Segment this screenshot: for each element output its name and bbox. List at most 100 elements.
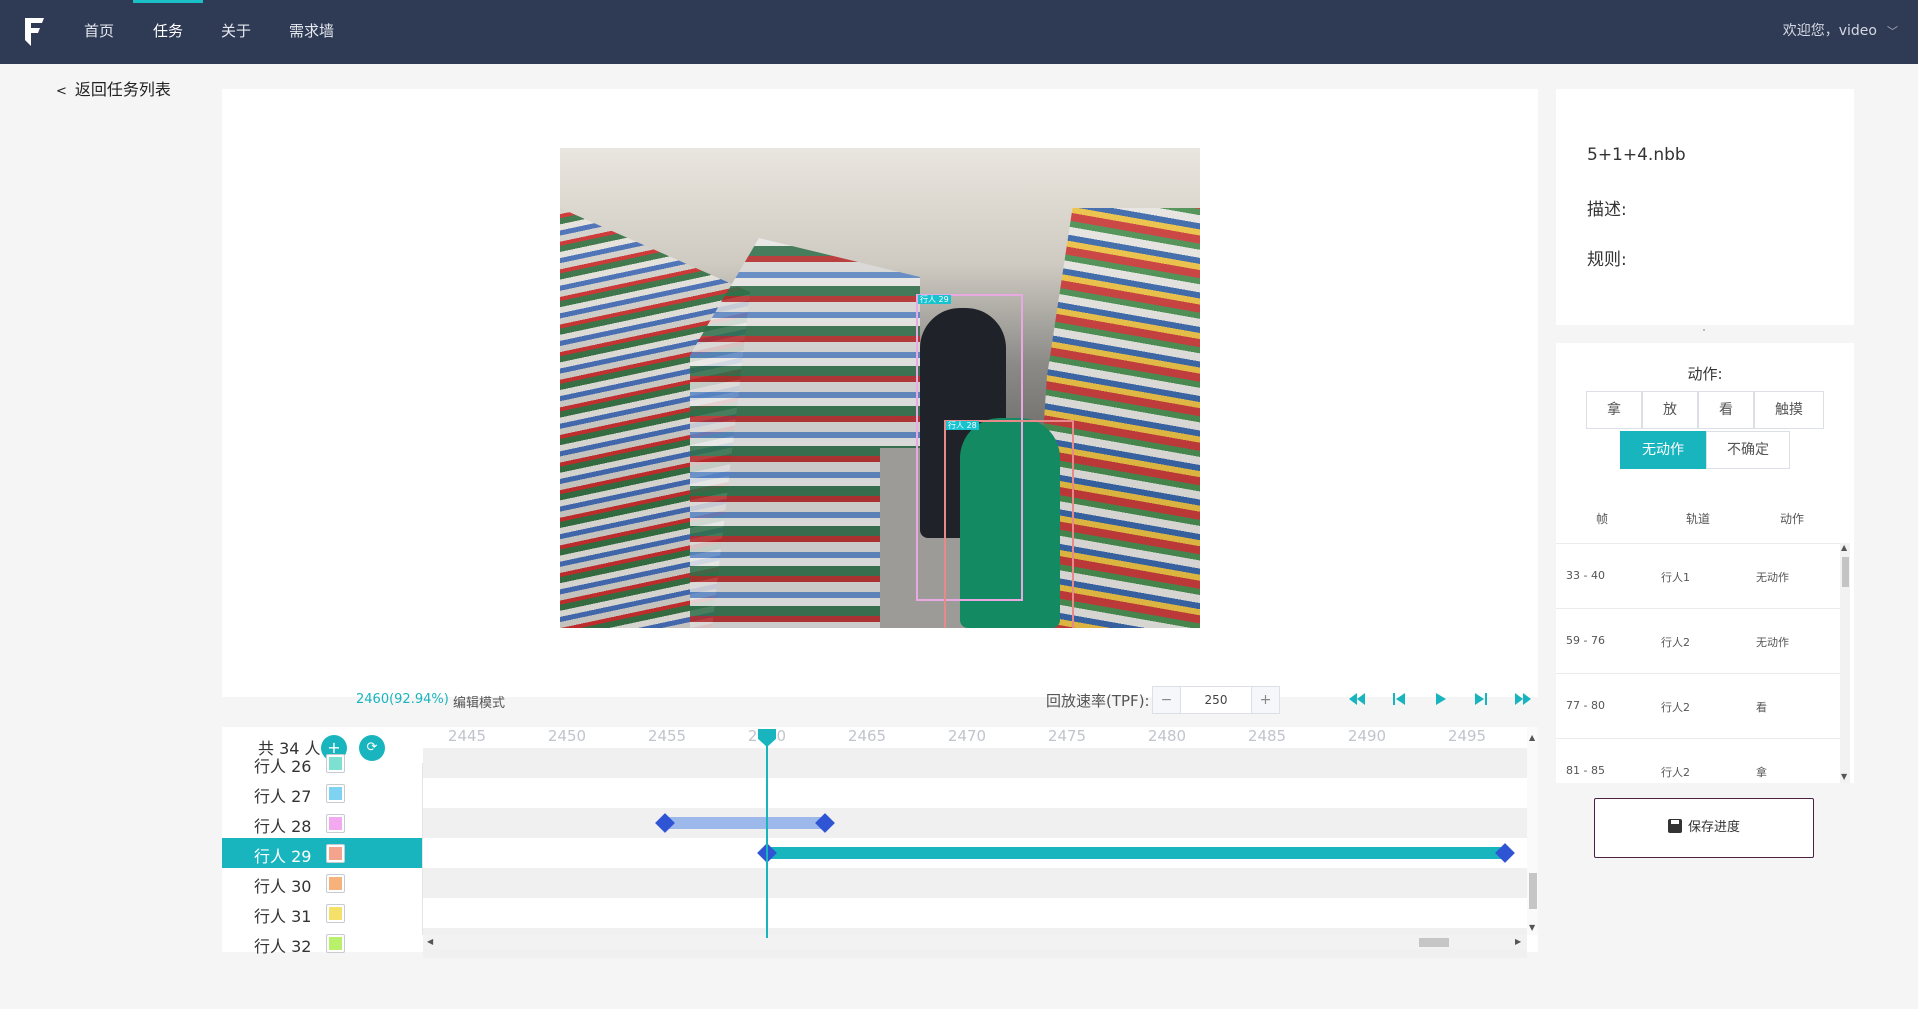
track-row[interactable] [423,778,1527,808]
action-take-button[interactable]: 拿 [1586,391,1642,429]
cell-track: 行人2 [1661,701,1690,714]
track-row[interactable] [423,868,1527,898]
cell-track: 行人1 [1661,571,1690,584]
timeline-horizontal-scrollbar[interactable]: ◀ ▶ [423,935,1527,949]
back-link-label: 返回任务列表 [74,80,171,99]
swatch-fill [329,877,342,890]
track-name: 行人 32 [254,937,312,956]
nav-tasks[interactable]: 任务 [132,0,204,64]
fast-backward-icon[interactable] [1346,688,1368,710]
track-row[interactable] [423,808,1527,838]
header-mask [222,727,1527,763]
user-menu[interactable]: 欢迎您，video ﹀ [1783,0,1898,63]
table-row[interactable]: 59 - 76 行人2 无动作 [1556,608,1843,672]
track-row-label[interactable]: 行人 29 [222,838,422,868]
track-color-swatch[interactable] [326,844,345,863]
track-name: 行人 29 [254,847,312,866]
scroll-up-arrow-icon[interactable]: ▲ [1529,733,1535,742]
cell-frame: 33 - 40 [1566,569,1605,582]
chevron-down-icon: ﹀ [1887,25,1898,38]
action-table: 33 - 40 行人1 无动作 59 - 76 行人2 无动作 77 - 80 … [1556,543,1854,783]
swatch-fill [329,937,342,950]
track-segment-bar[interactable] [665,817,825,829]
save-label: 保存进度 [1687,820,1740,835]
cell-frame: 59 - 76 [1566,634,1605,647]
scrollbar-thumb[interactable] [1419,938,1449,947]
resize-dot [1703,329,1705,331]
table-row[interactable]: 81 - 85 行人2 拿 [1556,738,1843,783]
timeline-vertical-scrollbar[interactable]: ▲ ▼ [1527,727,1538,935]
cell-frame: 81 - 85 [1566,764,1605,777]
rule-label: 规则: [1587,250,1627,270]
cell-action: 无动作 [1756,571,1789,584]
track-row-label[interactable]: 行人 27 [222,778,422,808]
save-progress-button[interactable]: 保存进度 [1594,798,1814,858]
nav-home[interactable]: 首页 [84,0,114,64]
action-uncertain-button[interactable]: 不确定 [1706,431,1790,469]
welcome-text: 欢迎您，video [1782,23,1877,39]
scroll-down-arrow-icon[interactable]: ▼ [1529,923,1535,932]
bbox-label-28: 行人 28 [946,421,979,430]
swatch-fill [329,907,342,920]
brand-logo-icon[interactable] [22,16,46,48]
cell-frame: 77 - 80 [1566,699,1605,712]
track-color-swatch[interactable] [326,904,345,923]
track-color-swatch[interactable] [326,814,345,833]
action-title: 动作: [1687,365,1723,383]
play-icon[interactable] [1429,688,1451,710]
action-put-button[interactable]: 放 [1642,391,1698,429]
cell-action: 无动作 [1756,636,1789,649]
track-color-swatch[interactable] [326,784,345,803]
cell-track: 行人2 [1661,766,1690,779]
scroll-down-arrow-icon[interactable]: ▼ [1841,772,1847,781]
track-name: 行人 30 [254,877,312,896]
track-row-label[interactable]: 行人 28 [222,808,422,838]
cell-track: 行人2 [1661,636,1690,649]
speed-increase-button[interactable]: + [1251,687,1279,713]
nav-wishwall[interactable]: 需求墙 [289,0,334,64]
fast-forward-icon[interactable] [1512,688,1534,710]
back-to-task-list-link[interactable]: < 返回任务列表 [56,76,171,100]
swatch-fill [329,817,342,830]
scrollbar-thumb[interactable] [1842,557,1849,587]
track-segment-bar[interactable] [767,847,1505,859]
step-backward-icon[interactable] [1388,688,1410,710]
action-look-button[interactable]: 看 [1698,391,1754,429]
speed-input[interactable]: 250 [1181,687,1251,713]
file-name: 5+1+4.nbb [1587,145,1686,165]
scroll-left-arrow-icon[interactable]: ◀ [427,937,433,946]
speed-decrease-button[interactable]: − [1153,687,1181,713]
video-frame[interactable]: 行人 29 行人 28 [560,148,1200,628]
scroll-right-arrow-icon[interactable]: ▶ [1515,937,1521,946]
step-forward-icon[interactable] [1470,688,1492,710]
track-timeline: 共 34 人 + ⟳ 24452450245524602465247024752… [222,727,1538,958]
save-disk-icon [1667,819,1682,833]
frame-info: 2460(92.94%) [356,692,449,707]
nav-about[interactable]: 关于 [221,0,251,64]
playhead-line[interactable] [766,741,768,938]
description-label: 描述: [1587,200,1627,220]
chevron-left-icon: < [56,84,67,99]
track-color-swatch[interactable] [326,874,345,893]
track-row-label[interactable]: 行人 31 [222,898,422,928]
cell-action: 看 [1756,701,1767,714]
scroll-up-arrow-icon[interactable]: ▲ [1841,543,1847,552]
track-row-label[interactable]: 行人 30 [222,868,422,898]
track-color-swatch[interactable] [326,934,345,953]
track-row[interactable] [423,898,1527,928]
speed-label: 回放速率(TPF): [1046,692,1150,710]
track-name: 行人 31 [254,907,312,926]
action-panel: 动作: 拿 放 看 触摸 无动作 不确定 帧 轨道 动作 33 - 40 行人1… [1556,343,1854,783]
swatch-fill [329,847,342,860]
speed-stepper: − 250 + [1152,686,1280,714]
column-header-track: 轨道 [1686,512,1711,526]
table-row[interactable]: 77 - 80 行人2 看 [1556,673,1843,737]
track-row-label[interactable]: 行人 32 [222,928,422,958]
table-row[interactable]: 33 - 40 行人1 无动作 [1556,543,1843,607]
action-touch-button[interactable]: 触摸 [1754,391,1824,429]
action-table-scrollbar[interactable]: ▲ ▼ [1840,543,1850,783]
action-none-button[interactable]: 无动作 [1620,431,1706,469]
cell-action: 拿 [1756,766,1767,779]
scrollbar-thumb[interactable] [1529,873,1537,909]
bounding-box-28[interactable]: 行人 28 [944,420,1074,628]
